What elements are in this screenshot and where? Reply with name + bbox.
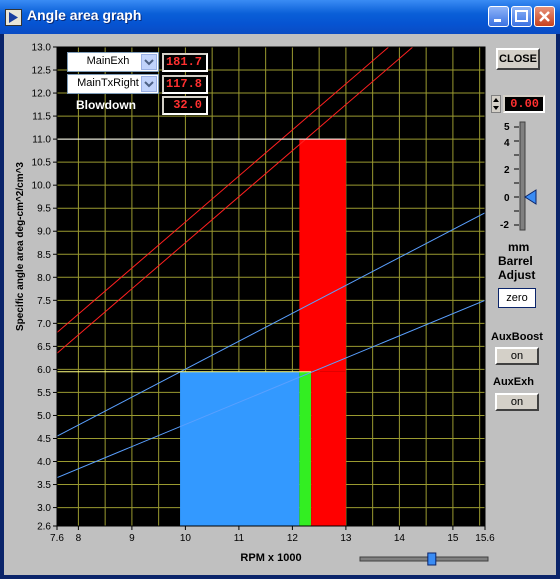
y-tick-label: 10.0	[32, 181, 52, 192]
value-spinner[interactable]	[491, 95, 501, 113]
close-button[interactable]: CLOSE	[496, 48, 540, 70]
area-region-red-upper	[299, 139, 346, 372]
x-tick-label: 10	[180, 533, 192, 544]
adjust-label: Adjust	[498, 268, 536, 282]
y-tick-label: 6.0	[37, 365, 51, 376]
area-region-red	[311, 371, 346, 526]
y-tick-label: 8.5	[37, 250, 51, 261]
blowdown-value: 32.0	[162, 96, 208, 115]
aux-exh-toggle[interactable]: on	[495, 393, 539, 411]
selector-1-value: MainExh	[86, 55, 130, 67]
app-icon	[5, 9, 22, 26]
area-region-blue	[180, 371, 300, 526]
chevron-down-icon	[141, 76, 157, 92]
minimize-button[interactable]	[488, 6, 509, 27]
y-tick-label: 10.5	[32, 158, 52, 169]
y-tick-label: 9.5	[37, 204, 51, 215]
y-tick-label: 7.5	[37, 296, 51, 307]
x-tick-label: 11	[234, 533, 245, 544]
scale-label-minus-2: -2	[500, 220, 509, 231]
slider-thumb[interactable]	[524, 189, 537, 205]
aux-exh-label: AuxExh	[493, 376, 534, 388]
selector-1-dropdown[interactable]: MainExh	[67, 52, 159, 72]
y-tick-label: 3.5	[37, 480, 51, 491]
zero-button[interactable]: zero	[498, 288, 536, 308]
y-tick-label: 7.0	[37, 319, 51, 330]
rpm-slider[interactable]	[359, 552, 489, 566]
selector-2-number: 117.8	[162, 75, 208, 94]
title-bar: Angle area graph	[0, 0, 560, 34]
x-tick-label: 9	[129, 533, 135, 544]
x-tick-label: 12	[287, 533, 299, 544]
aux-boost-toggle[interactable]: on	[495, 347, 539, 365]
y-tick-label: 5.0	[37, 411, 51, 422]
angle-area-chart: 2.6 3.0 3.5 4.0 4.5 5.0 5.5 6.0 6.5 7.0 7.5 8.0 8.5 9…	[15, 43, 495, 565]
y-tick-label: 9.0	[37, 227, 51, 238]
x-tick-label: 7.6	[50, 533, 64, 544]
y-tick-label: 4.5	[37, 434, 51, 445]
selector-2-dropdown[interactable]: MainTxRight	[67, 74, 159, 94]
y-tick-label: 12.0	[32, 89, 52, 100]
barrel-unit-label: mm	[508, 240, 530, 254]
window-title: Angle area graph	[27, 7, 142, 23]
window: Angle area graph 2.6 3.0 3.5 4.0 4.5 5.0 5.5 6.…	[0, 0, 560, 579]
barrel-slider[interactable]	[509, 120, 539, 235]
y-tick-label: 6.5	[37, 342, 51, 353]
x-tick-label: 15	[447, 533, 459, 544]
x-tick-label: 13	[340, 533, 352, 544]
rpm-slider-thumb[interactable]	[427, 552, 437, 566]
chevron-down-icon	[141, 54, 157, 70]
aux-boost-label: AuxBoost	[491, 331, 543, 343]
y-tick-label: 11.0	[32, 135, 51, 146]
y-tick-label: 8.0	[37, 273, 51, 284]
barrel-label: Barrel	[498, 254, 533, 268]
y-tick-label: 3.0	[37, 503, 51, 514]
panel: 2.6 3.0 3.5 4.0 4.5 5.0 5.5 6.0 6.5 7.0 7.5 8.0 8.5 9…	[4, 34, 556, 575]
close-window-button[interactable]	[534, 6, 555, 27]
y-tick-label: 5.5	[37, 388, 51, 399]
x-axis-label: RPM x 1000	[240, 552, 301, 564]
barrel-adjust-value[interactable]: 0.00	[503, 95, 545, 113]
y-tick-label: 12.5	[32, 66, 52, 77]
selector-2-value: MainTxRight	[77, 77, 139, 89]
x-tick-label: 8	[76, 533, 82, 544]
blowdown-label: Blowdown	[76, 98, 136, 112]
selector-1-number: 181.7	[162, 53, 208, 72]
y-tick-label: 4.0	[37, 457, 51, 468]
x-tick-label: 14	[394, 533, 406, 544]
y-axis-label: Specific angle area deg-cm^2/cm^3	[15, 162, 26, 331]
y-tick-label: 2.6	[37, 522, 51, 533]
y-tick-label: 13.0	[32, 43, 52, 54]
maximize-button[interactable]	[511, 6, 532, 27]
area-region-green	[299, 371, 312, 526]
x-tick-label: 15.6	[475, 533, 495, 544]
y-tick-label: 11.5	[32, 112, 51, 123]
